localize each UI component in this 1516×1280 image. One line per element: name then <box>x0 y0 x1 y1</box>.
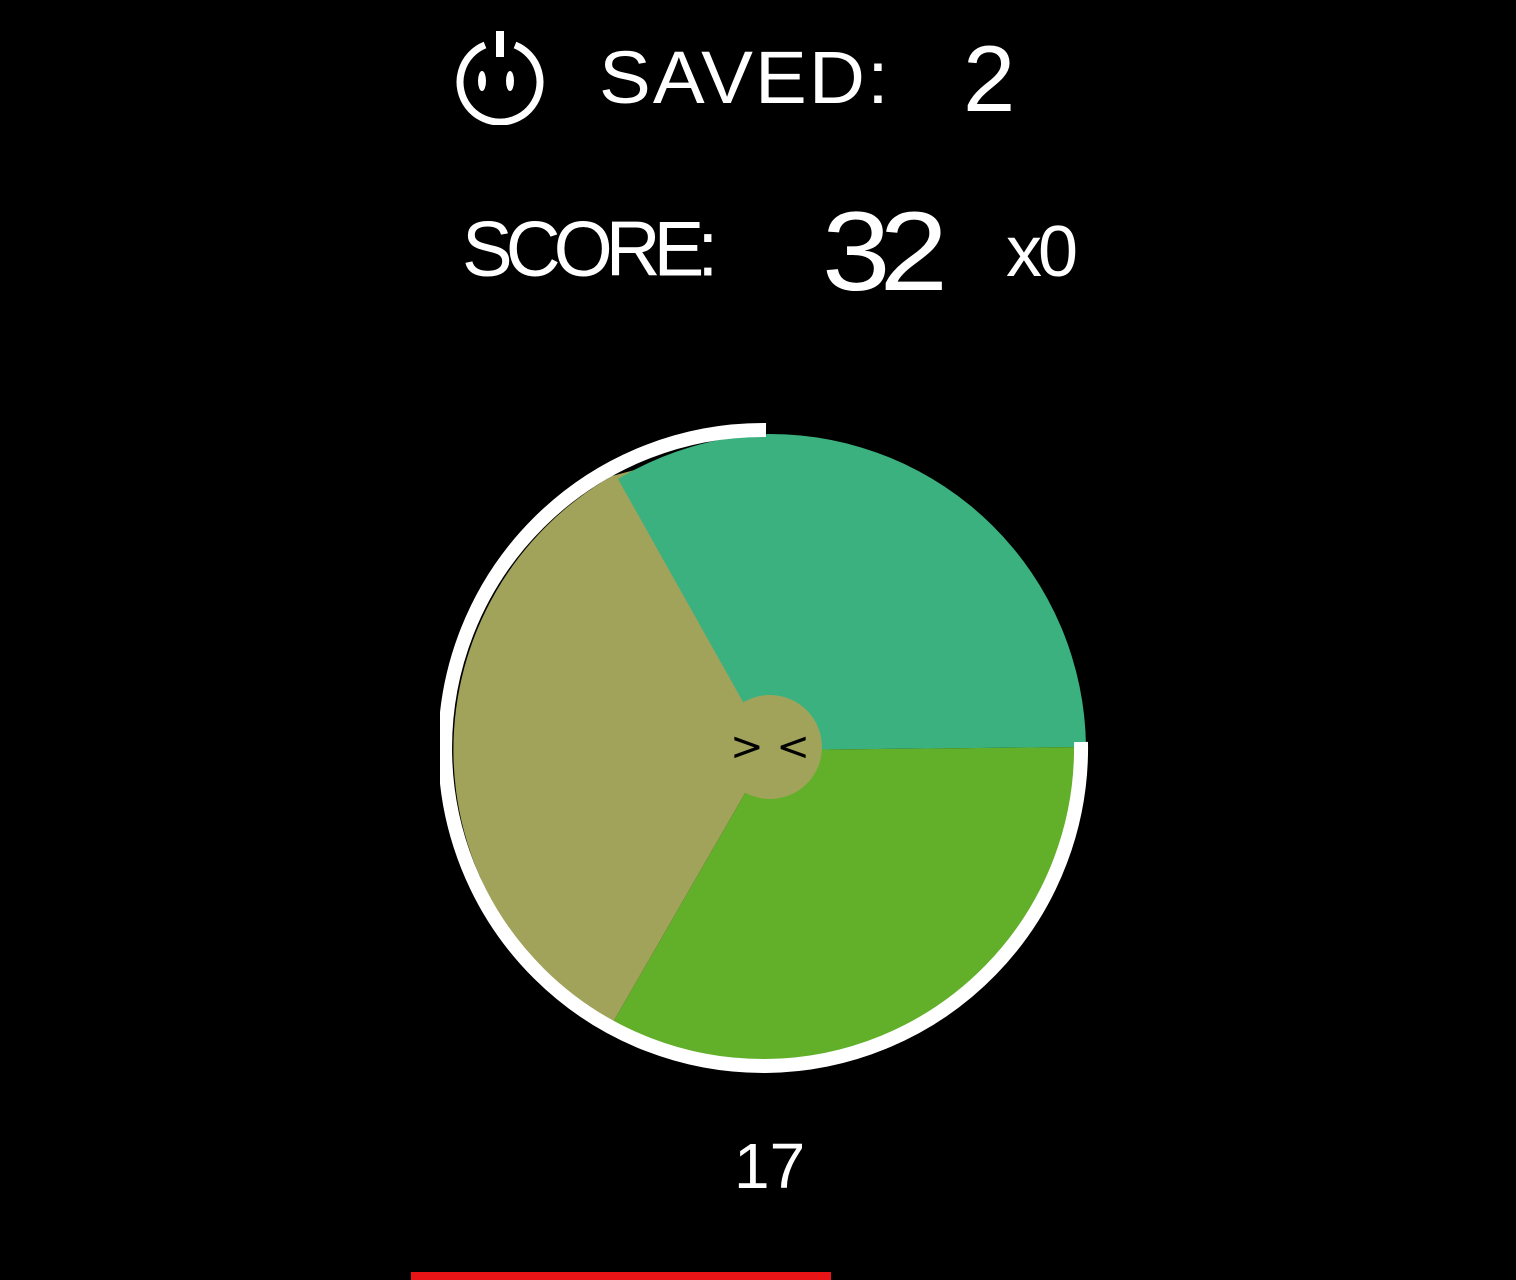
game-screen: SAVED: 2 SCORE: 32 x0 > < 17 <box>0 0 1516 1280</box>
score-multiplier: x0 <box>1006 212 1078 292</box>
color-wheel[interactable]: > < <box>440 420 1100 1080</box>
saved-label: SAVED: <box>599 36 891 119</box>
score-label: SCORE: <box>462 206 718 293</box>
wheel-face: > < <box>730 724 810 770</box>
time-progress-fill <box>411 1272 831 1280</box>
countdown-timer: 17 <box>734 1130 806 1202</box>
saved-counter: SAVED: 2 <box>455 28 1015 128</box>
power-icon[interactable] <box>455 31 545 126</box>
saved-value: 2 <box>963 26 1016 131</box>
wheel-segment-teal[interactable] <box>770 434 1086 750</box>
score-value: 32 <box>822 189 948 314</box>
time-progress-bar <box>411 1272 1111 1280</box>
